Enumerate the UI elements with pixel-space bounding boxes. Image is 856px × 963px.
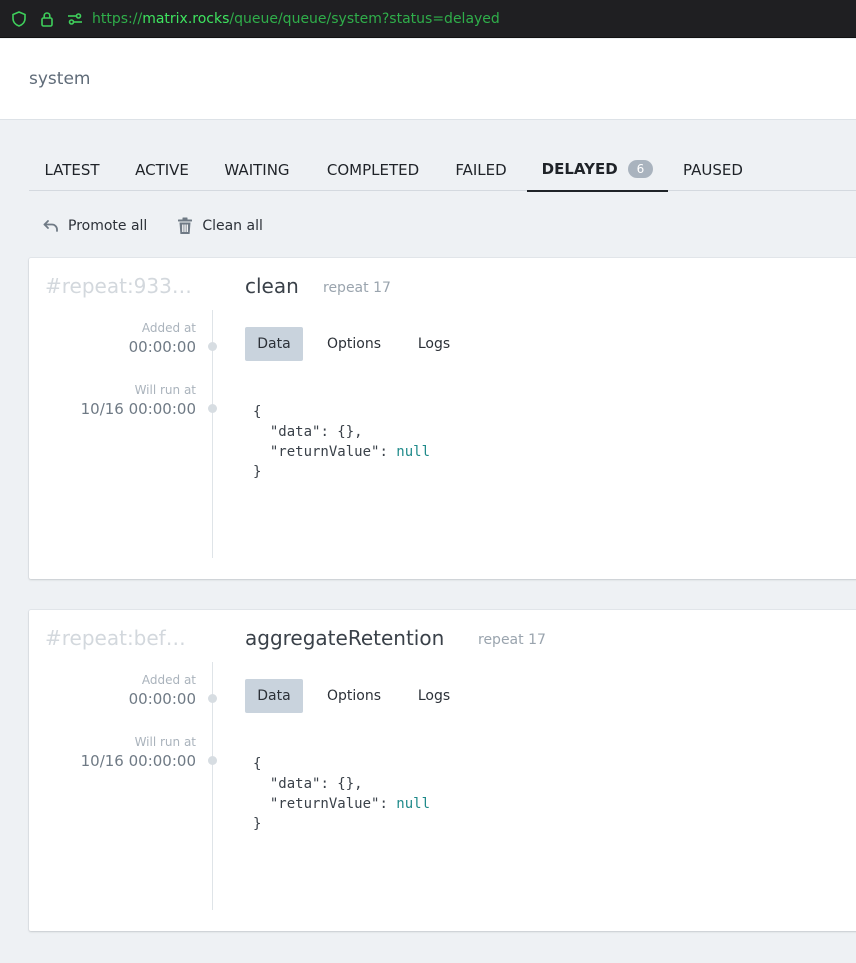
json-value-null: null [396, 796, 431, 812]
delayed-count-badge: 6 [627, 160, 654, 178]
tab-waiting[interactable]: WAITING [209, 148, 305, 191]
timeline-dot [208, 342, 217, 351]
browser-url-bar: https://matrix.rocks/queue/queue/system?… [0, 0, 856, 38]
page-header: system [0, 39, 856, 120]
job-name: aggregateRetention [245, 626, 445, 650]
json-value-data: : {}, [320, 424, 363, 440]
json-sep: : [379, 796, 397, 812]
job-data-json: { "data": {}, "returnValue": null } [253, 402, 430, 482]
job-id[interactable]: #repeat:933… [45, 274, 200, 298]
added-at-label: Added at [141, 673, 196, 687]
timeline-dot [208, 694, 217, 703]
url-path: /queue/queue/system?status=delayed [229, 10, 500, 27]
job-detail-tabs: Data Options Logs [245, 679, 463, 713]
promote-all-button[interactable]: Promote all [43, 218, 147, 234]
added-at-value: 00:00:00 [128, 338, 196, 356]
will-run-at-label: Will run at [134, 735, 196, 749]
added-at-label: Added at [141, 321, 196, 335]
json-open: { [253, 756, 262, 772]
url-text[interactable]: https://matrix.rocks/queue/queue/system?… [92, 11, 500, 27]
permissions-icon[interactable] [66, 10, 84, 28]
tab-latest[interactable]: LATEST [29, 148, 115, 191]
tab-completed[interactable]: COMPLETED [313, 148, 433, 191]
json-open: { [253, 404, 262, 420]
json-value-data: : {}, [320, 776, 363, 792]
tab-data[interactable]: Data [245, 679, 303, 713]
tab-logs[interactable]: Logs [405, 327, 463, 361]
will-run-at-value: 10/16 00:00:00 [80, 752, 196, 770]
clean-all-button[interactable]: Clean all [177, 217, 263, 235]
tab-data[interactable]: Data [245, 327, 303, 361]
tab-active[interactable]: ACTIVE [119, 148, 205, 191]
promote-all-label: Promote all [68, 218, 148, 234]
status-tabs: LATEST ACTIVE WAITING COMPLETED FAILED D… [29, 148, 856, 192]
timeline-dot [208, 404, 217, 413]
url-scheme: https:// [92, 10, 143, 27]
will-run-at-label: Will run at [134, 383, 196, 397]
undo-arrow-icon [43, 220, 58, 232]
tab-options[interactable]: Options [303, 327, 405, 361]
json-close: } [253, 816, 262, 832]
json-key-returnvalue: "returnValue" [269, 796, 380, 812]
bulk-actions: Promote all Clean all [43, 213, 263, 239]
added-at-value: 00:00:00 [128, 690, 196, 708]
trash-icon [178, 217, 193, 234]
json-value-null: null [396, 444, 431, 460]
json-close: } [253, 464, 262, 480]
job-card: #repeat:933… Added at 00:00:00 Will run … [29, 258, 856, 579]
json-key-returnvalue: "returnValue" [269, 444, 380, 460]
job-card: #repeat:bef… Added at 00:00:00 Will run … [29, 610, 856, 931]
url-host: matrix.rocks [142, 10, 230, 27]
tab-delayed-label: DELAYED [541, 160, 618, 178]
repeat-count: repeat 17 [323, 280, 391, 296]
json-sep: : [379, 444, 397, 460]
job-data-json: { "data": {}, "returnValue": null } [253, 754, 430, 834]
job-id[interactable]: #repeat:bef… [45, 626, 200, 650]
json-key-data: "data" [269, 776, 321, 792]
job-name: clean [245, 274, 299, 298]
repeat-count: repeat 17 [478, 632, 546, 648]
timeline-dot [208, 756, 217, 765]
clean-all-label: Clean all [202, 218, 263, 234]
queue-title: system [29, 69, 91, 89]
shield-icon[interactable] [10, 10, 28, 28]
tab-failed[interactable]: FAILED [439, 148, 523, 191]
tab-logs[interactable]: Logs [405, 679, 463, 713]
tab-delayed[interactable]: DELAYED 6 [527, 148, 668, 192]
will-run-at-value: 10/16 00:00:00 [80, 400, 196, 418]
tab-options[interactable]: Options [303, 679, 405, 713]
job-detail-tabs: Data Options Logs [245, 327, 463, 361]
json-key-data: "data" [269, 424, 321, 440]
tab-paused[interactable]: PAUSED [672, 148, 754, 191]
lock-icon[interactable] [38, 10, 56, 28]
